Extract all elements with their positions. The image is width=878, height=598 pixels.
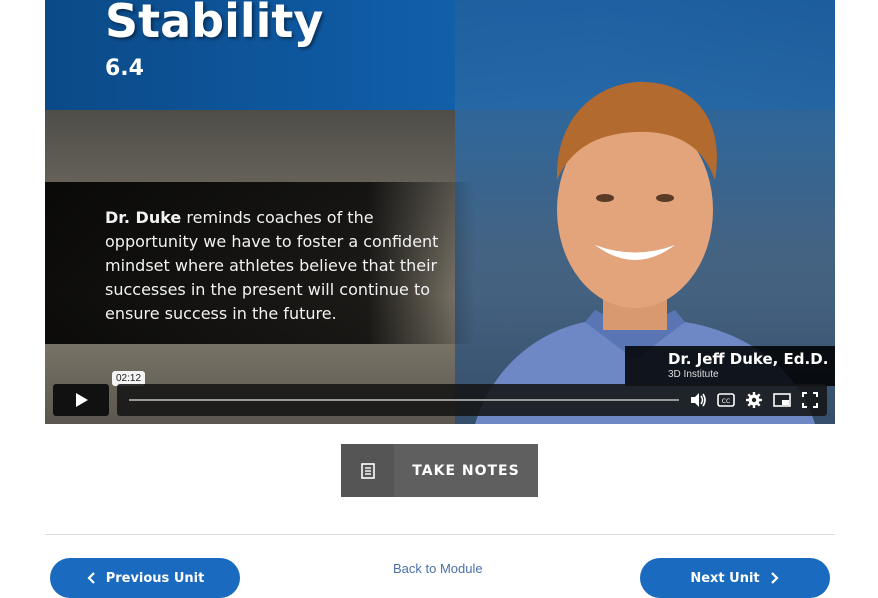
- play-icon: [76, 393, 88, 407]
- previous-unit-label: Previous Unit: [105, 570, 205, 586]
- video-controls: CC: [117, 384, 827, 416]
- take-notes-button[interactable]: TAKE NOTES: [341, 444, 538, 497]
- fullscreen-button[interactable]: [801, 391, 819, 409]
- chevron-left-icon: [87, 572, 95, 584]
- captions-button[interactable]: CC: [717, 391, 735, 409]
- notes-icon: [360, 462, 375, 479]
- video-subtitle: 6.4: [105, 56, 144, 81]
- captions-icon: CC: [717, 393, 735, 407]
- speaker-name: Dr. Jeff Duke, Ed.D.: [668, 350, 829, 368]
- settings-button[interactable]: [745, 391, 763, 409]
- divider: [45, 534, 835, 535]
- take-notes-label: TAKE NOTES: [412, 462, 520, 479]
- pip-icon: [773, 393, 791, 407]
- svg-text:CC: CC: [722, 398, 730, 405]
- volume-button[interactable]: [689, 391, 707, 409]
- speaker-org: 3D Institute: [668, 369, 719, 380]
- notes-icon-box: [341, 444, 394, 497]
- progress-bar[interactable]: [129, 399, 679, 401]
- video-player[interactable]: Stability 6.4 Dr. Duke reminds coaches o…: [45, 0, 835, 424]
- settings-icon: [746, 392, 762, 408]
- next-unit-label: Next Unit: [690, 570, 760, 586]
- video-title: Stability: [105, 0, 324, 48]
- back-to-module-link[interactable]: Back to Module: [393, 561, 483, 576]
- next-unit-button[interactable]: Next Unit: [640, 558, 830, 598]
- play-button[interactable]: [53, 384, 109, 416]
- pip-button[interactable]: [773, 391, 791, 409]
- fullscreen-icon: [802, 392, 818, 408]
- video-quote: Dr. Duke reminds coaches of the opportun…: [105, 206, 455, 326]
- chevron-right-icon: [770, 572, 779, 584]
- volume-icon: [691, 393, 706, 407]
- previous-unit-button[interactable]: Previous Unit: [50, 558, 240, 598]
- quote-lead: Dr. Duke: [105, 208, 182, 227]
